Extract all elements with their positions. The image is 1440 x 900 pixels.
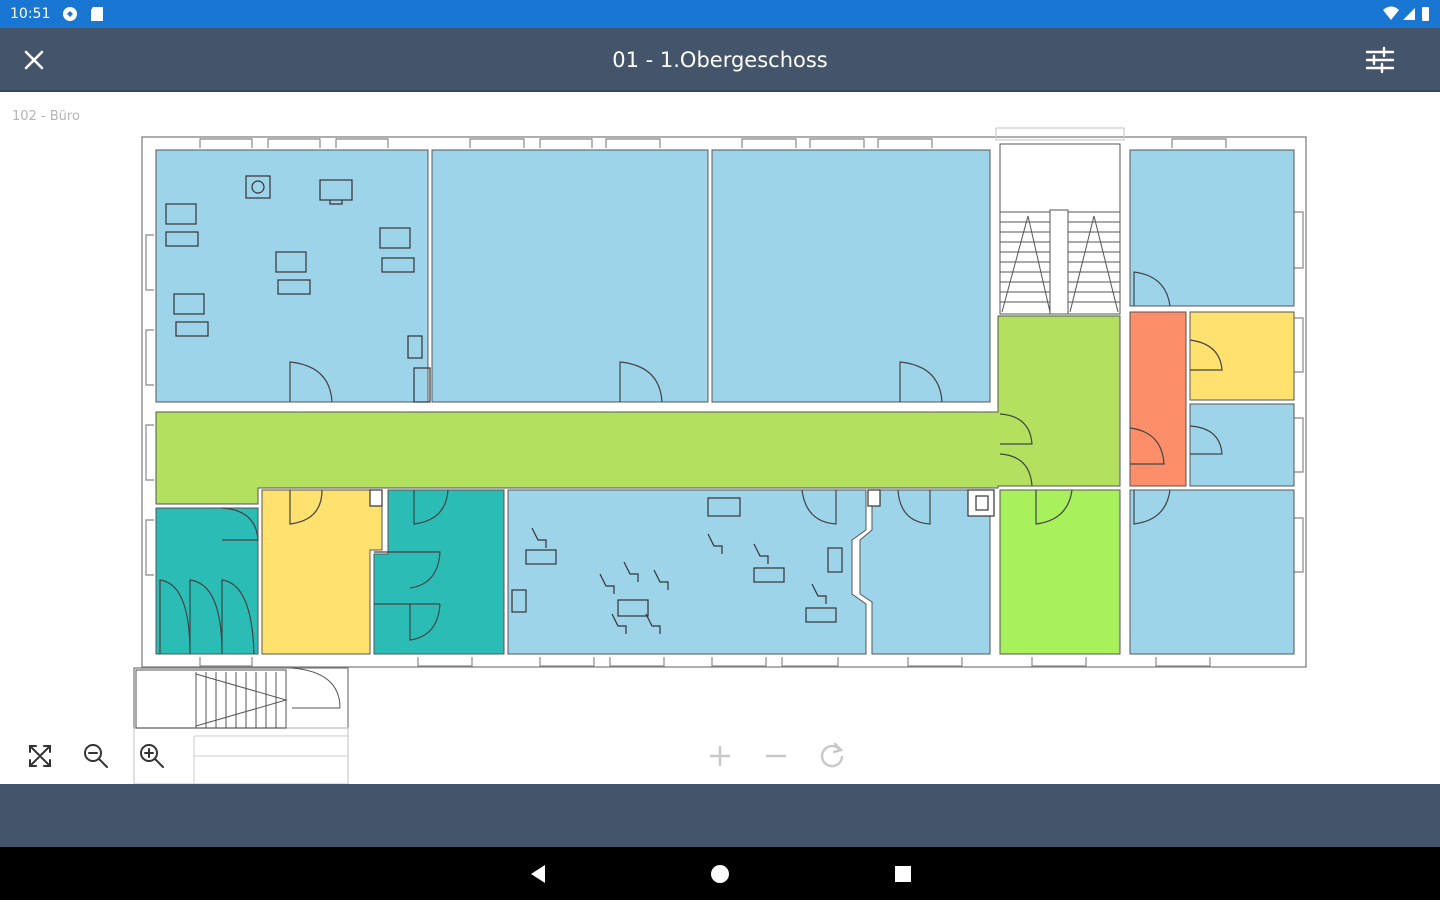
room-102-buero[interactable] [155, 149, 429, 403]
back-icon[interactable] [523, 859, 553, 889]
room-ne[interactable] [1129, 149, 1295, 307]
bottom-bar [0, 784, 1440, 847]
status-time: 10:51 [10, 6, 51, 22]
battery-icon [1422, 7, 1429, 21]
room-orange[interactable] [1129, 311, 1187, 487]
room-office-3[interactable] [711, 149, 991, 403]
plus-icon[interactable] [704, 740, 736, 772]
tune-icon[interactable] [1362, 44, 1398, 76]
room-yellow-ne[interactable] [1189, 311, 1295, 401]
home-icon[interactable] [705, 859, 735, 889]
app-bar: 01 - 1.Obergeschoss [0, 28, 1440, 92]
room-east-small[interactable] [1189, 403, 1295, 487]
floor-plan[interactable] [0, 92, 1440, 784]
page-title: 01 - 1.Obergeschoss [612, 48, 828, 72]
room-se[interactable] [1129, 489, 1295, 655]
room-teal-south[interactable] [373, 489, 505, 655]
room-office-2[interactable] [431, 149, 709, 403]
status-bar: 10:51 [0, 0, 1440, 28]
system-nav-bar [0, 847, 1440, 900]
app-notification-icon [63, 7, 77, 21]
zoom-in-icon[interactable] [136, 740, 168, 772]
refresh-icon[interactable] [816, 740, 848, 772]
minus-icon[interactable] [760, 740, 792, 772]
sd-card-icon [91, 7, 103, 21]
room-yellow-south[interactable] [261, 489, 383, 655]
zoom-out-icon[interactable] [80, 740, 112, 772]
fit-screen-icon[interactable] [24, 740, 56, 772]
room-teal-wc[interactable] [155, 507, 259, 655]
wifi-icon [1383, 6, 1399, 20]
signal-icon [1403, 8, 1415, 20]
recents-icon[interactable] [888, 859, 918, 889]
